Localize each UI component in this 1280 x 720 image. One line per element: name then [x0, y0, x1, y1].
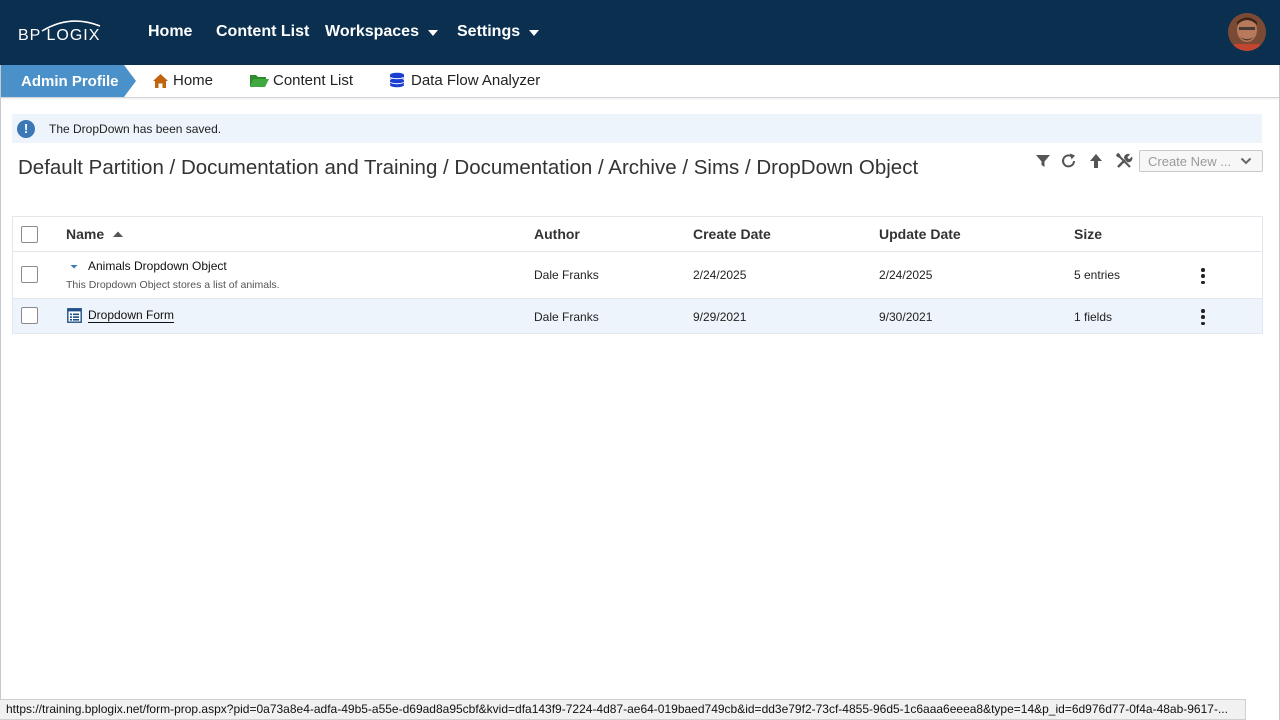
user-avatar[interactable]: [1228, 13, 1266, 51]
row-size: 1 fields: [1074, 310, 1113, 324]
nav-settings-label: Settings: [457, 23, 521, 40]
logo-text: BP LOGIX: [18, 27, 101, 44]
nav-content-list[interactable]: Content List: [216, 23, 309, 41]
header-author[interactable]: Author: [534, 226, 580, 242]
database-icon: [389, 72, 405, 88]
up-arrow-icon[interactable]: [1087, 152, 1105, 170]
nav-workspaces-label: Workspaces: [325, 23, 419, 40]
nav-content-list-label: Content List: [216, 23, 310, 40]
row-size: 5 entries: [1074, 268, 1121, 282]
table-header: Name Author Create Date Update Date Size: [13, 217, 1262, 252]
header-create-date[interactable]: Create Date: [693, 226, 771, 242]
caret-down-icon: [427, 30, 438, 36]
row-update-date: 2/24/2025: [879, 268, 933, 282]
header-size[interactable]: Size: [1074, 226, 1102, 242]
nav-home-label: Home: [148, 23, 193, 40]
chevron-down-icon: [1240, 157, 1252, 165]
breadcrumb-data-flow-analyzer-label: Data Flow Analyzer: [411, 72, 541, 89]
breadcrumb-data-flow-analyzer[interactable]: Data Flow Analyzer: [389, 72, 540, 89]
row-name-link[interactable]: Animals Dropdown Object: [88, 259, 227, 273]
header-update-date[interactable]: Update Date: [879, 226, 961, 242]
tools-icon[interactable]: [1115, 152, 1133, 170]
row-more-icon[interactable]: [1197, 309, 1209, 325]
table-row[interactable]: Animals Dropdown Object This Dropdown Ob…: [13, 252, 1262, 299]
browser-status-url: https://training.bplogix.net/form-prop.a…: [0, 699, 1246, 720]
home-icon: [153, 73, 168, 88]
row-author: Dale Franks: [534, 268, 599, 282]
sort-ascending-icon: [113, 231, 124, 237]
breadcrumb-content-list-label: Content List: [273, 72, 354, 89]
row-more-icon[interactable]: [1197, 268, 1209, 284]
avatar-image: [1228, 13, 1266, 51]
table-row[interactable]: Dropdown Form Dale Franks 9/29/2021 9/30…: [13, 299, 1262, 333]
refresh-icon[interactable]: [1060, 152, 1078, 170]
info-icon: !: [17, 119, 35, 138]
row-author: Dale Franks: [534, 310, 599, 324]
breadcrumb-admin-profile-label: Admin Profile: [21, 73, 119, 90]
header-name-label: Name: [66, 226, 105, 242]
nav-settings[interactable]: Settings: [457, 23, 540, 41]
page-title-path: Default Partition / Documentation and Tr…: [18, 156, 919, 179]
form-icon: [67, 308, 82, 323]
row-update-date: 9/30/2021: [879, 310, 933, 324]
caret-down-icon: [529, 30, 540, 36]
content-table: Name Author Create Date Update Date Size…: [12, 216, 1263, 334]
create-new-dropdown[interactable]: Create New ...: [1139, 150, 1263, 172]
alert-message: The DropDown has been saved.: [49, 121, 222, 136]
row-description: This Dropdown Object stores a list of an…: [66, 279, 280, 291]
breadcrumb-home[interactable]: Home: [152, 72, 213, 89]
dropdown-object-icon: [70, 265, 78, 269]
nav-home[interactable]: Home: [148, 23, 192, 41]
breadcrumb-content-list[interactable]: Content List: [249, 72, 353, 89]
select-all-checkbox[interactable]: [21, 226, 38, 243]
breadcrumb-home-label: Home: [173, 72, 214, 89]
row-checkbox[interactable]: [21, 307, 38, 324]
header-name[interactable]: Name: [66, 226, 124, 242]
row-name-link[interactable]: Dropdown Form: [88, 308, 175, 323]
breadcrumb-admin-profile[interactable]: Admin Profile: [0, 65, 136, 97]
row-create-date: 2/24/2025: [693, 268, 747, 282]
row-checkbox[interactable]: [21, 266, 38, 283]
bplogix-logo[interactable]: BP LOGIX: [18, 18, 108, 48]
window-edge-left: [0, 65, 1, 699]
breadcrumb-bar: Admin Profile Home Content List Data Flo…: [0, 65, 1280, 98]
row-create-date: 9/29/2021: [693, 310, 747, 324]
filter-icon[interactable]: [1034, 152, 1052, 170]
create-new-label: Create New ...: [1148, 153, 1232, 169]
save-alert: ! The DropDown has been saved.: [12, 114, 1262, 143]
folder-icon: [250, 75, 269, 87]
nav-workspaces[interactable]: Workspaces: [325, 23, 438, 41]
top-navbar: BP LOGIX Home Content List Workspaces Se…: [0, 0, 1280, 65]
